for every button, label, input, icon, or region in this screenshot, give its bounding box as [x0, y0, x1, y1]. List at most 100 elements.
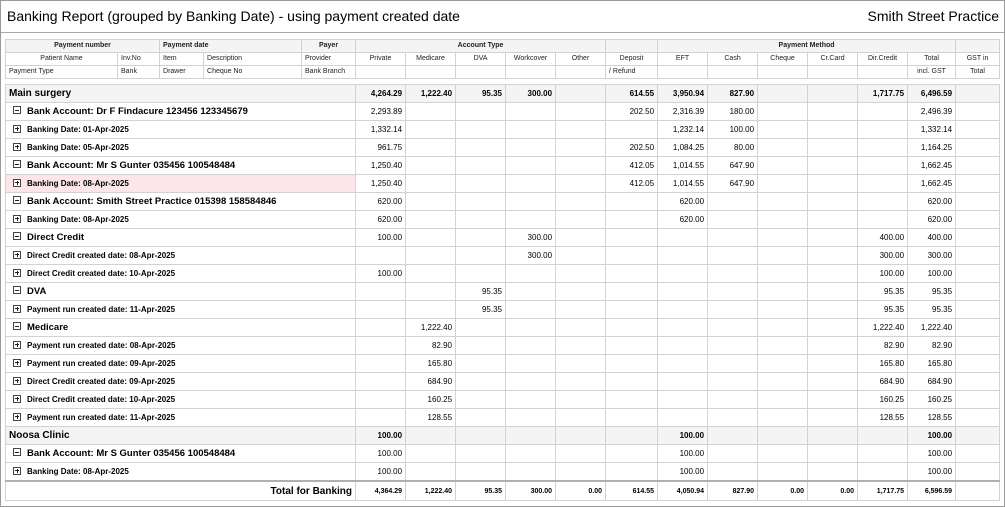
- group-row-date[interactable]: Banking Date: 01-Apr-2025 1,332.14 1,232.1…: [4, 120, 1001, 139]
- col-payment-number[interactable]: Payment number: [4, 39, 161, 53]
- group-row-location[interactable]: Main surgery 4,264.29 1,222.40 95.35 300.00 6…: [4, 84, 1001, 103]
- col-gst-total[interactable]: Total: [955, 65, 1001, 79]
- group-row-date[interactable]: Payment run created date: 11-Apr-2025 128…: [4, 408, 1001, 427]
- cell-medicare: [405, 102, 457, 121]
- col-bank[interactable]: Bank: [116, 65, 161, 79]
- expand-icon[interactable]: [13, 250, 21, 259]
- group-row-date[interactable]: Payment run created date: 08-Apr-2025 82.…: [4, 336, 1001, 355]
- col-incl-gst[interactable]: incl. GST: [907, 65, 957, 79]
- col-refund[interactable]: / Refund: [605, 65, 659, 79]
- expand-icon[interactable]: [13, 340, 21, 349]
- col-payer[interactable]: Payer: [301, 39, 357, 53]
- cell-medicare: [405, 462, 457, 482]
- collapse-icon[interactable]: [13, 106, 21, 115]
- collapse-icon[interactable]: [13, 322, 21, 331]
- expand-icon[interactable]: [13, 214, 21, 223]
- cell-total: 620.00: [907, 210, 957, 229]
- total-label: Total for Banking: [4, 480, 357, 501]
- group-row-date[interactable]: Direct Credit created date: 09-Apr-2025 6…: [4, 372, 1001, 391]
- row-label: Direct Credit created date: 10-Apr-2025: [27, 395, 176, 404]
- cell-other: [555, 282, 607, 301]
- col-description[interactable]: Description: [203, 52, 303, 66]
- collapse-icon[interactable]: [13, 448, 21, 457]
- collapse-icon[interactable]: [13, 160, 21, 169]
- cell-cheque: [757, 444, 809, 463]
- group-row-date[interactable]: Banking Date: 08-Apr-2025 1,250.40 412.05 1…: [4, 174, 1001, 193]
- expand-icon[interactable]: [13, 412, 21, 421]
- row-label: Banking Date: 05-Apr-2025: [27, 143, 129, 152]
- col-group-account-type: Account Type: [355, 39, 607, 53]
- group-row-date[interactable]: Banking Date: 08-Apr-2025 100.00 100.00 100…: [4, 462, 1001, 482]
- group-row-date[interactable]: Direct Credit created date: 08-Apr-2025 3…: [4, 246, 1001, 265]
- cell-workcover: [505, 264, 557, 283]
- group-row-account[interactable]: Bank Account: Dr F Findacure 123456 1233…: [4, 102, 1001, 121]
- expand-icon[interactable]: [13, 142, 21, 151]
- col-other[interactable]: Other: [555, 52, 607, 66]
- col-dva[interactable]: DVA: [455, 52, 507, 66]
- group-row-date[interactable]: Direct Credit created date: 10-Apr-2025 1…: [4, 390, 1001, 409]
- expand-icon[interactable]: [13, 178, 21, 187]
- col-patient-name[interactable]: Patient Name: [5, 52, 118, 66]
- col-dir-credit[interactable]: Dir.Credit: [857, 52, 909, 66]
- col-payment-date[interactable]: Payment date: [159, 39, 303, 53]
- col-inv-no[interactable]: Inv.No: [116, 52, 161, 66]
- col-provider[interactable]: Provider: [301, 52, 357, 66]
- col-item[interactable]: Item: [159, 52, 205, 66]
- cell-dva: [455, 444, 507, 463]
- col-deposit[interactable]: Deposit: [605, 52, 659, 66]
- collapse-icon[interactable]: [13, 196, 21, 205]
- col-cheque-no[interactable]: Cheque No: [203, 65, 303, 79]
- cell-total: 620.00: [907, 192, 957, 211]
- cell-gst-in: [955, 408, 1001, 427]
- cell-dir-credit: 684.90: [857, 372, 909, 391]
- group-row-account[interactable]: DVA 95.35 95.35 95.35: [4, 282, 1001, 301]
- col-drawer[interactable]: Drawer: [159, 65, 205, 79]
- cell-total: 1,164.25: [907, 138, 957, 157]
- group-row-account[interactable]: Medicare 1,222.40 1,222.40 1,222.40: [4, 318, 1001, 337]
- expand-icon[interactable]: [13, 124, 21, 133]
- row-label: Bank Account: Smith Street Practice 0153…: [27, 196, 277, 207]
- cell-deposit: 614.55: [605, 84, 659, 103]
- cell-other: [555, 390, 607, 409]
- cell-total: 95.35: [907, 300, 957, 319]
- group-row-date[interactable]: Banking Date: 05-Apr-2025 961.75 202.50 1,0…: [4, 138, 1001, 157]
- group-row-account[interactable]: Bank Account: Smith Street Practice 0153…: [4, 192, 1001, 211]
- cell-medicare: [405, 192, 457, 211]
- expand-icon[interactable]: [13, 394, 21, 403]
- col-workcover[interactable]: Workcover: [505, 52, 557, 66]
- col-bank-branch[interactable]: Bank Branch: [301, 65, 357, 79]
- col-cheque[interactable]: Cheque: [757, 52, 809, 66]
- group-row-account[interactable]: Bank Account: Mr S Gunter 035456 1005484…: [4, 156, 1001, 175]
- group-row-account[interactable]: Bank Account: Mr S Gunter 035456 1005484…: [4, 444, 1001, 463]
- col-gst-in[interactable]: GST in: [955, 52, 1001, 66]
- expand-icon[interactable]: [13, 376, 21, 385]
- cell-dir-credit: [857, 174, 909, 193]
- expand-icon[interactable]: [13, 358, 21, 367]
- collapse-icon[interactable]: [13, 286, 21, 295]
- cell-dva: [455, 156, 507, 175]
- cell-other: [555, 372, 607, 391]
- col-cr-card[interactable]: Cr.Card: [807, 52, 859, 66]
- col-payment-type[interactable]: Payment Type: [5, 65, 118, 79]
- expand-icon[interactable]: [13, 268, 21, 277]
- col-total[interactable]: Total: [907, 52, 957, 66]
- expand-icon[interactable]: [13, 466, 21, 475]
- cell-private: 961.75: [355, 138, 407, 157]
- report-window: Banking Report (grouped by Banking Date)…: [0, 0, 1005, 507]
- group-row-date[interactable]: Payment run created date: 11-Apr-2025 95.…: [4, 300, 1001, 319]
- group-row-location[interactable]: Noosa Clinic 100.00 100.00 100.00: [4, 426, 1001, 445]
- group-row-date[interactable]: Payment run created date: 09-Apr-2025 165…: [4, 354, 1001, 373]
- col-private[interactable]: Private: [355, 52, 407, 66]
- col-eft[interactable]: EFT: [657, 52, 709, 66]
- col-cash[interactable]: Cash: [707, 52, 759, 66]
- cell-total: 2,496.39: [907, 102, 957, 121]
- row-label: Bank Account: Dr F Findacure 123456 1233…: [27, 106, 248, 117]
- collapse-icon[interactable]: [13, 232, 21, 241]
- banking-report-table: Payment number Payment date Payer Accoun…: [4, 39, 1001, 501]
- group-row-date[interactable]: Banking Date: 08-Apr-2025 620.00 620.00 620…: [4, 210, 1001, 229]
- expand-icon[interactable]: [13, 304, 21, 313]
- group-row-account[interactable]: Direct Credit 100.00 300.00 400.00 400.00: [4, 228, 1001, 247]
- col-medicare[interactable]: Medicare: [405, 52, 457, 66]
- group-row-date[interactable]: Direct Credit created date: 10-Apr-2025 1…: [4, 264, 1001, 283]
- cell-dva: [455, 354, 507, 373]
